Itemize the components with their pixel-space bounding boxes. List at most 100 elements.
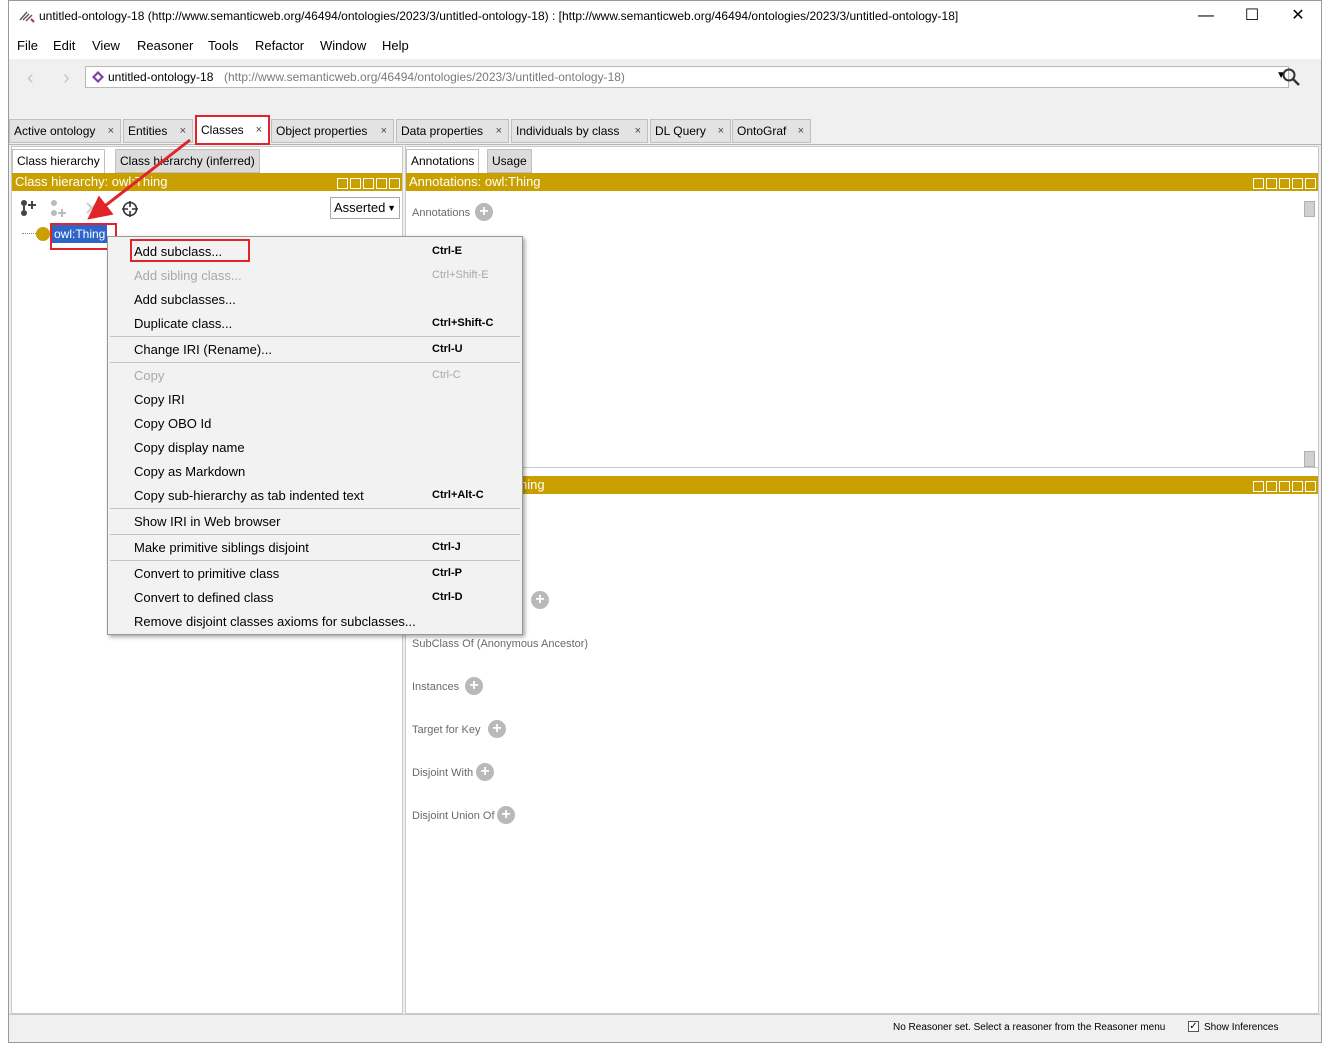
tab-dl-query[interactable]: DL Query × <box>650 119 731 143</box>
close-view-icon[interactable] <box>1305 481 1316 492</box>
delete-class-icon[interactable] <box>82 198 102 218</box>
view-header-title: Class hierarchy: owl:Thing <box>15 174 168 189</box>
close-view-icon[interactable] <box>1305 178 1316 189</box>
tab-close-icon[interactable]: × <box>496 120 502 142</box>
tab-data-properties[interactable]: Data properties × <box>396 119 509 143</box>
minimize-view-icon[interactable] <box>1279 481 1290 492</box>
menu-item-show-iri-in-browser[interactable]: Show IRI in Web browser <box>108 509 522 533</box>
add-annotation-button[interactable]: + <box>475 203 493 221</box>
split-icon[interactable] <box>350 178 361 189</box>
tab-entities[interactable]: Entities × <box>123 119 193 143</box>
search-icon[interactable] <box>1281 67 1301 87</box>
tab-usage[interactable]: Usage <box>487 149 532 173</box>
tab-close-icon[interactable]: × <box>381 120 387 142</box>
tab-annotations[interactable]: Annotations <box>406 149 480 173</box>
menu-item-copy-sub-hierarchy[interactable]: Copy sub-hierarchy as tab indented text C… <box>108 483 522 507</box>
menu-item-label: Copy sub-hierarchy as tab indented text <box>134 488 364 503</box>
split-icon[interactable] <box>1266 481 1277 492</box>
help-icon[interactable] <box>1253 481 1264 492</box>
maximize-view-icon[interactable] <box>1292 178 1303 189</box>
class-details-pane: Annotations Usage Annotations: owl:Thing… <box>405 146 1319 1014</box>
scrollbar-thumb[interactable] <box>1304 451 1315 467</box>
view-header-title: hing <box>520 477 545 492</box>
view-controls <box>1251 176 1316 189</box>
tab-classes[interactable]: Classes × <box>195 115 270 145</box>
close-view-icon[interactable] <box>389 178 400 189</box>
maximize-icon: ☐ <box>1244 7 1260 24</box>
add-subclass-icon[interactable] <box>18 198 38 218</box>
tab-close-icon[interactable]: × <box>256 117 262 143</box>
menu-item-add-sibling-class[interactable]: Add sibling class... Ctrl+Shift-E <box>108 263 522 287</box>
tab-close-icon[interactable]: × <box>635 120 641 142</box>
asserted-dropdown[interactable]: Asserted ▼ <box>330 197 400 219</box>
menu-help[interactable]: Help <box>382 38 409 53</box>
tab-class-hierarchy-inferred[interactable]: Class hierarchy (inferred) <box>115 149 260 173</box>
minimize-view-icon[interactable] <box>1279 178 1290 189</box>
add-sibling-icon[interactable] <box>48 198 68 218</box>
section-label: Instances <box>412 681 460 693</box>
menu-refactor[interactable]: Refactor <box>255 38 304 53</box>
add-target-for-key-button[interactable]: + <box>488 720 506 738</box>
tab-close-icon[interactable]: × <box>180 120 186 142</box>
maximize-button[interactable]: ☐ <box>1229 1 1275 33</box>
menu-item-shortcut: Ctrl-J <box>432 541 461 553</box>
menu-item-convert-to-defined[interactable]: Convert to defined class Ctrl-D <box>108 585 522 609</box>
menu-item-copy-display-name[interactable]: Copy display name <box>108 435 522 459</box>
reasoner-status: No Reasoner set. Select a reasoner from … <box>893 1022 1166 1033</box>
title-bar: untitled-ontology-18 (http://www.semanti… <box>9 1 1321 33</box>
add-disjoint-union-button[interactable]: + <box>497 806 515 824</box>
tab-label: Active ontology <box>14 124 96 138</box>
splitter[interactable] <box>406 467 1318 468</box>
back-arrow-icon[interactable]: ‹ <box>27 67 34 90</box>
menu-item-make-siblings-disjoint[interactable]: Make primitive siblings disjoint Ctrl-J <box>108 535 522 559</box>
menu-item-label: Convert to primitive class <box>134 566 280 581</box>
section-label: Disjoint Union Of <box>412 810 495 822</box>
menu-view[interactable]: View <box>92 38 120 53</box>
help-icon[interactable] <box>1253 178 1264 189</box>
menu-item-copy-as-markdown[interactable]: Copy as Markdown <box>108 459 522 483</box>
menu-item-shortcut: Ctrl-U <box>432 343 463 355</box>
forward-arrow-icon[interactable]: › <box>63 67 70 90</box>
show-inferences-checkbox[interactable]: ✓ <box>1188 1021 1199 1032</box>
minimize-button[interactable]: — <box>1183 1 1229 33</box>
split-icon[interactable] <box>1266 178 1277 189</box>
menu-item-change-iri[interactable]: Change IRI (Rename)... Ctrl-U <box>108 337 522 361</box>
add-instance-button[interactable]: + <box>465 677 483 695</box>
view-controls <box>335 176 400 189</box>
help-icon[interactable] <box>337 178 348 189</box>
menu-tools[interactable]: Tools <box>208 38 238 53</box>
menu-item-remove-disjoint-axioms[interactable]: Remove disjoint classes axioms for subcl… <box>108 609 522 633</box>
menu-window[interactable]: Window <box>320 38 366 53</box>
menu-item-copy-obo-id[interactable]: Copy OBO Id <box>108 411 522 435</box>
close-button[interactable]: ✕ <box>1275 1 1321 33</box>
menu-item-duplicate-class[interactable]: Duplicate class... Ctrl+Shift-C <box>108 311 522 335</box>
maximize-view-icon[interactable] <box>1292 481 1303 492</box>
add-button[interactable]: + <box>531 591 549 609</box>
menu-edit[interactable]: Edit <box>53 38 75 53</box>
tab-close-icon[interactable]: × <box>108 120 114 142</box>
ontology-iri-field[interactable]: untitled-ontology-18 (http://www.semanti… <box>85 66 1289 88</box>
minimize-view-icon[interactable] <box>363 178 374 189</box>
scrollbar-thumb[interactable] <box>1304 201 1315 217</box>
dropdown-arrow-icon: ▼ <box>387 203 396 213</box>
tab-individuals-by-class[interactable]: Individuals by class × <box>511 119 648 143</box>
tab-active-ontology[interactable]: Active ontology × <box>9 119 121 143</box>
menu-reasoner[interactable]: Reasoner <box>137 38 193 53</box>
ontology-iri: (http://www.semanticweb.org/46494/ontolo… <box>224 70 625 84</box>
menu-file[interactable]: File <box>17 38 38 53</box>
tab-object-properties[interactable]: Object properties × <box>271 119 394 143</box>
maximize-view-icon[interactable] <box>376 178 387 189</box>
tab-close-icon[interactable]: × <box>718 120 724 142</box>
section-label: Target for Key <box>412 724 481 736</box>
menu-item-copy-iri[interactable]: Copy IRI <box>108 387 522 411</box>
tab-close-icon[interactable]: × <box>798 120 804 142</box>
menu-item-convert-to-primitive[interactable]: Convert to primitive class Ctrl-P <box>108 561 522 585</box>
tab-ontograf[interactable]: OntoGraf × <box>732 119 811 143</box>
menu-item-label: Copy IRI <box>134 392 185 407</box>
target-icon[interactable] <box>120 199 140 219</box>
class-icon <box>36 227 50 241</box>
menu-item-copy[interactable]: Copy Ctrl-C <box>108 363 522 387</box>
tab-class-hierarchy[interactable]: Class hierarchy <box>12 149 105 173</box>
menu-item-add-subclasses[interactable]: Add subclasses... <box>108 287 522 311</box>
add-disjoint-with-button[interactable]: + <box>476 763 494 781</box>
